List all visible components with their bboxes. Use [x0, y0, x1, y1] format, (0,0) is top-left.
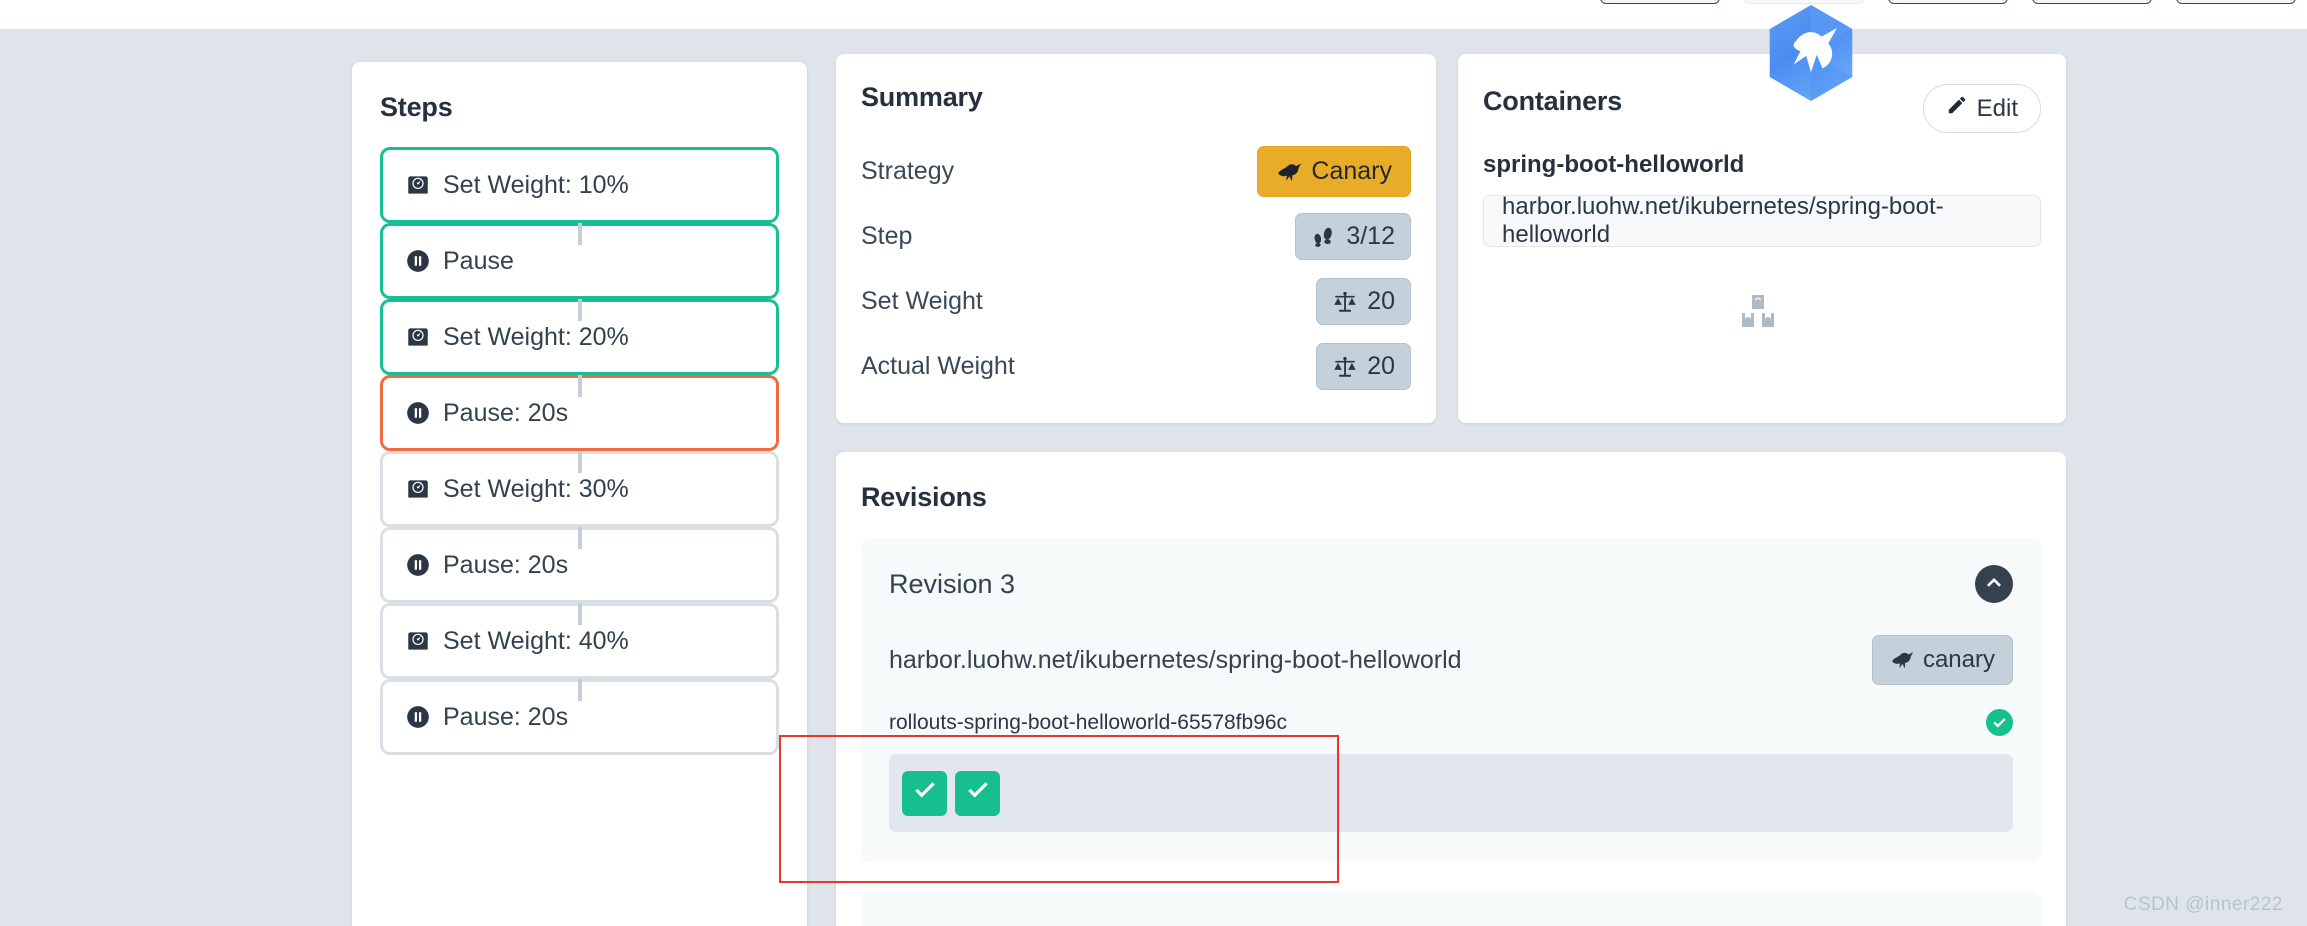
summary-panel: Summary Strategy Canary Step 3/12 Set Weight…: [836, 54, 1436, 423]
check-icon: [910, 776, 940, 811]
pods-tray: [889, 754, 2013, 832]
summary-badge-value: 20: [1367, 352, 1395, 380]
steps-panel: Steps Set Weight: 10% Pause Set Weight: 20…: [352, 62, 807, 926]
watermark: CSDN @inner222: [2123, 894, 2283, 915]
pod-status-box[interactable]: [902, 770, 947, 816]
summary-badge: 3/12: [1295, 213, 1411, 260]
step-label: Pause: [443, 246, 514, 275]
step-item-3[interactable]: Set Weight: 20%: [380, 299, 779, 375]
container-image-input[interactable]: harbor.luohw.net/ikubernetes/spring-boot…: [1483, 193, 2041, 248]
revision-title: Revision 3: [889, 568, 1016, 599]
summary-badge-value: 20: [1367, 287, 1395, 315]
step-item-5[interactable]: Set Weight: 30%: [380, 451, 779, 527]
revision-image-row: harbor.luohw.net/ikubernetes/spring-boot…: [889, 635, 2013, 685]
header-button-3[interactable]: [1888, 0, 2008, 4]
weight-scale-icon: [405, 476, 431, 502]
revision-card: [861, 892, 2041, 926]
header-button-4[interactable]: [2032, 0, 2152, 4]
step-label: Pause: 20s: [443, 702, 569, 731]
step-item-6[interactable]: Pause: 20s: [380, 527, 779, 603]
step-item-1[interactable]: Set Weight: 10%: [380, 147, 779, 223]
step-connector: [577, 451, 582, 473]
step-box[interactable]: Set Weight: 10%: [380, 147, 779, 223]
summary-row-strategy: Strategy Canary: [861, 139, 1411, 204]
footprints-icon: [1311, 224, 1337, 250]
step-connector: [577, 679, 582, 701]
step-connector: [577, 375, 582, 397]
revisions-panel: Revisions Revision 3 harbor.luohw.net/iku…: [836, 452, 2066, 926]
revisions-list: Revision 3 harbor.luohw.net/ikubernetes/s…: [836, 539, 2066, 926]
revision-image: harbor.luohw.net/ikubernetes/spring-boot…: [889, 645, 1462, 674]
summary-badge-value: 3/12: [1346, 222, 1395, 250]
pod-status-box[interactable]: [955, 770, 1000, 816]
revision-card: Revision 3 harbor.luohw.net/ikubernetes/s…: [861, 539, 2041, 862]
step-label: Set Weight: 30%: [443, 474, 629, 503]
step-label: Set Weight: 10%: [443, 170, 629, 199]
summary-label: Set Weight: [861, 287, 983, 315]
edit-containers-button[interactable]: Edit: [1922, 84, 2041, 133]
balance-scale-icon: [1332, 289, 1358, 315]
step-item-8[interactable]: Pause: 20s: [380, 679, 779, 755]
dove-icon: [1276, 159, 1302, 185]
replicaset-row: rollouts-spring-boot-helloworld-65578fb9…: [889, 709, 2013, 736]
rollout-detail-page: Steps Set Weight: 10% Pause Set Weight: 20…: [0, 0, 2307, 926]
container-name: spring-boot-helloworld: [1483, 151, 1745, 178]
balance-scale-icon: [1332, 354, 1358, 380]
weight-scale-icon: [405, 172, 431, 198]
step-label: Pause: 20s: [443, 550, 569, 579]
summary-badge: 20: [1316, 343, 1411, 390]
summary-badge: 20: [1316, 278, 1411, 325]
summary-label: Step: [861, 222, 913, 250]
summary-panel-title: Summary: [861, 82, 983, 112]
step-item-7[interactable]: Set Weight: 40%: [380, 603, 779, 679]
step-label: Set Weight: 40%: [443, 626, 629, 655]
step-label: Set Weight: 20%: [443, 322, 629, 351]
boxes-icon: [1741, 295, 1783, 336]
header-button-1[interactable]: [1600, 0, 1720, 4]
revision-tag-label: canary: [1922, 646, 1995, 673]
weight-scale-icon: [405, 324, 431, 350]
step-label: Pause: 20s: [443, 398, 569, 427]
step-connector: [577, 603, 582, 625]
step-connector: [577, 223, 582, 245]
summary-row-step: Step 3/12: [861, 204, 1411, 269]
chevron-up-icon: [1981, 569, 2007, 600]
boxes-icon-wrap: [1458, 295, 2066, 336]
pencil-icon: [1946, 94, 1968, 123]
summary-label: Strategy: [861, 157, 955, 185]
steps-panel-title: Steps: [380, 92, 453, 122]
check-circle-icon: [1986, 709, 2013, 736]
revision-tag-badge: canary: [1871, 635, 2013, 685]
revision-header: Revision 3: [889, 561, 2013, 607]
step-item-4[interactable]: Pause: 20s: [380, 375, 779, 451]
top-action-buttons: [1600, 0, 2296, 4]
pause-circle-icon: [405, 704, 431, 730]
dove-icon: [1890, 648, 1914, 672]
edit-containers-label: Edit: [1976, 94, 2018, 122]
pause-circle-icon: [405, 248, 431, 274]
pause-circle-icon: [405, 552, 431, 578]
pause-circle-icon: [405, 400, 431, 426]
step-item-2[interactable]: Pause: [380, 223, 779, 299]
header-button-5[interactable]: [2176, 0, 2296, 4]
summary-rows: Strategy Canary Step 3/12 Set Weight 20 Actual…: [836, 139, 1436, 399]
steps-list: Set Weight: 10% Pause Set Weight: 20% Pause…: [352, 147, 807, 755]
replicaset-name: rollouts-spring-boot-helloworld-65578fb9…: [889, 710, 1288, 734]
revision-collapse-button[interactable]: [1975, 565, 2013, 603]
summary-row-set-weight: Set Weight 20: [861, 269, 1411, 334]
summary-row-actual-weight: Actual Weight 20: [861, 334, 1411, 399]
argo-rollouts-logo-icon: [1763, 3, 1859, 103]
summary-badge-value: Canary: [1311, 157, 1392, 185]
check-icon: [963, 776, 993, 811]
weight-scale-icon: [405, 628, 431, 654]
containers-panel: Containers Edit spring-boot-helloworld h…: [1458, 54, 2066, 423]
summary-label: Actual Weight: [861, 352, 1015, 380]
summary-badge: Canary: [1257, 146, 1411, 197]
revisions-panel-title: Revisions: [861, 482, 987, 512]
step-connector: [577, 299, 582, 321]
step-connector: [577, 527, 582, 549]
top-header-strip: [0, 0, 2307, 30]
